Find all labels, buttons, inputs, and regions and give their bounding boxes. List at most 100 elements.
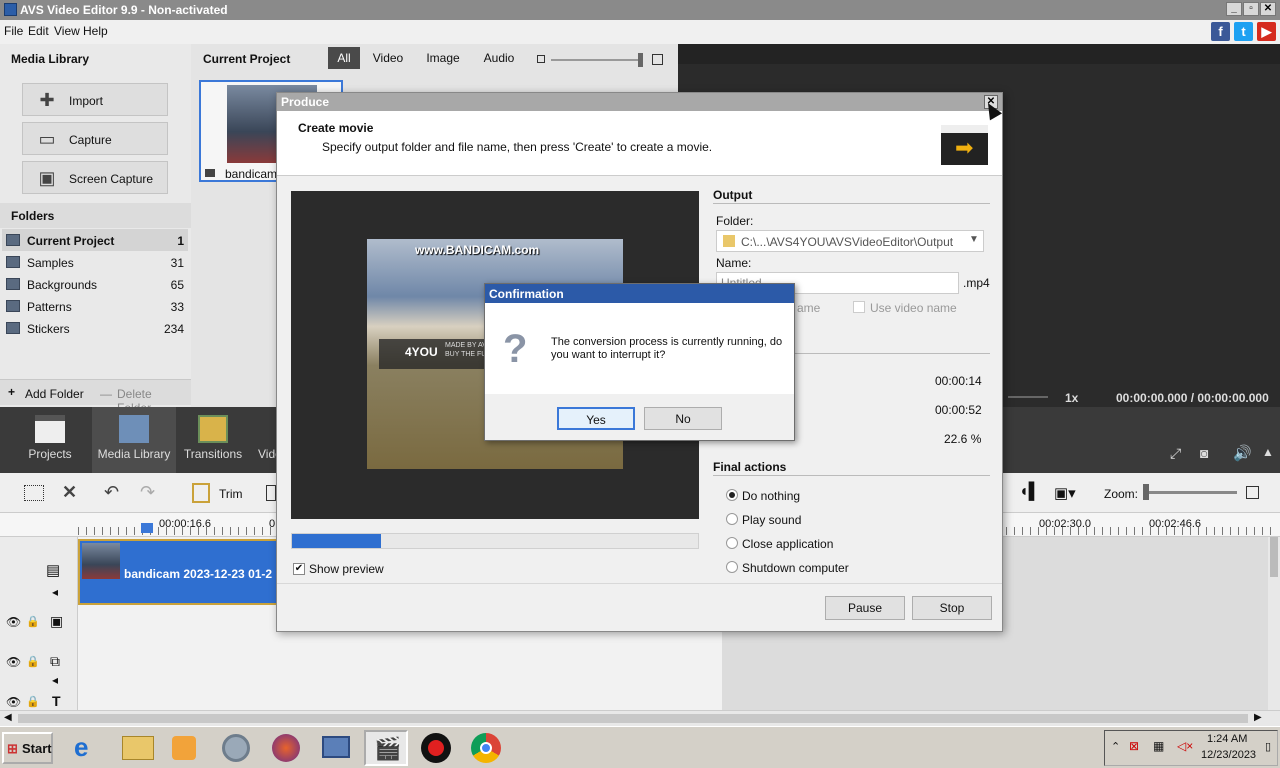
- confirmation-title: Confirmation: [489, 287, 564, 301]
- redo-icon[interactable]: ↷: [140, 482, 155, 503]
- show-preview-checkbox[interactable]: ✔: [293, 563, 305, 575]
- scroll-right-icon[interactable]: ▶: [1254, 712, 1262, 723]
- horizontal-scrollbar[interactable]: ◀ ▶: [0, 710, 1280, 726]
- pause-button[interactable]: Pause: [825, 596, 905, 620]
- stop-button[interactable]: Stop: [912, 596, 992, 620]
- no-button[interactable]: No: [644, 407, 722, 430]
- tab-all[interactable]: All: [328, 47, 360, 69]
- eye-icon[interactable]: 👁: [6, 655, 21, 669]
- show-desktop-icon[interactable]: ▯: [1265, 740, 1271, 753]
- network-icon[interactable]: ▦: [1153, 739, 1164, 753]
- volume-muted-icon[interactable]: ◁×: [1177, 739, 1193, 753]
- twitter-icon[interactable]: t: [1234, 22, 1253, 41]
- audio-mix-icon[interactable]: ◖▌: [1019, 483, 1040, 501]
- clock-date[interactable]: 12/23/2023: [1201, 749, 1256, 761]
- folder-current-project[interactable]: Current Project 1: [2, 229, 188, 251]
- camera-icon: ▭: [38, 129, 56, 149]
- snapshot-icon[interactable]: ◙: [1200, 445, 1208, 461]
- folder-patterns[interactable]: Patterns 33: [2, 295, 188, 317]
- undo-icon[interactable]: ↶: [104, 482, 119, 503]
- preview-caption-2: BUY THE FU: [445, 351, 487, 358]
- output-folder-select[interactable]: C:\...\AVS4YOU\AVSVideoEditor\Output ▼: [716, 230, 984, 252]
- slider-handle[interactable]: [638, 53, 643, 67]
- close-application-radio[interactable]: [726, 537, 738, 549]
- player-seek-track[interactable]: [1008, 396, 1048, 398]
- minimize-button[interactable]: _: [1226, 2, 1242, 16]
- horizontal-scroll-thumb[interactable]: [18, 714, 1248, 723]
- menu-edit[interactable]: Edit: [28, 24, 49, 38]
- browser-icon[interactable]: [214, 730, 258, 766]
- youtube-icon[interactable]: ▶: [1257, 22, 1276, 41]
- folder-samples[interactable]: Samples 31: [2, 251, 188, 273]
- fit-icon[interactable]: [1246, 486, 1259, 499]
- menu-help[interactable]: Help: [83, 24, 108, 38]
- playback-speed[interactable]: 1x: [1065, 391, 1078, 405]
- screen-capture-label: Screen Capture: [69, 172, 154, 186]
- window-title: AVS Video Editor 9.9 - Non-activated: [20, 3, 228, 17]
- start-button[interactable]: ⊞ Start: [2, 732, 53, 764]
- chrome-icon[interactable]: [464, 730, 508, 766]
- clock-time[interactable]: 1:24 AM: [1207, 733, 1247, 745]
- eye-icon[interactable]: 👁: [6, 695, 21, 709]
- folder-backgrounds[interactable]: Backgrounds 65: [2, 273, 188, 295]
- tool-icon[interactable]: [266, 485, 276, 501]
- playhead-marker[interactable]: [141, 523, 153, 533]
- tab-image[interactable]: Image: [421, 47, 465, 69]
- capture-button[interactable]: ▭ Capture: [22, 122, 168, 155]
- use-video-name-checkbox[interactable]: [853, 301, 865, 313]
- clapper-icon: [35, 415, 65, 443]
- firefox-icon[interactable]: [264, 730, 308, 766]
- zoom-slider-handle[interactable]: [1143, 484, 1149, 500]
- storyboard-icon[interactable]: [24, 485, 44, 501]
- shutdown-computer-radio[interactable]: [726, 561, 738, 573]
- avs-video-editor-taskbar-icon[interactable]: 🎬: [364, 730, 408, 766]
- import-button[interactable]: ✚ Import: [22, 83, 168, 116]
- video-effects-button[interactable]: Vide: [238, 407, 282, 473]
- restore-button[interactable]: ▫: [1243, 2, 1259, 16]
- tab-audio[interactable]: Audio: [479, 47, 519, 69]
- zoom-slider[interactable]: [1145, 491, 1237, 494]
- delete-folder-button[interactable]: — Delete Folder: [96, 383, 188, 415]
- video-clip[interactable]: bandicam 2023-12-23 01-2: [78, 539, 276, 605]
- add-folder-button[interactable]: + Add Folder: [4, 383, 92, 403]
- projects-button[interactable]: Projects: [8, 407, 92, 473]
- menu-view[interactable]: View: [54, 24, 80, 38]
- lock-icon[interactable]: 🔒: [26, 695, 40, 708]
- menu-file[interactable]: File: [4, 24, 23, 38]
- tab-video[interactable]: Video: [367, 47, 409, 69]
- fullscreen-icon[interactable]: ⤢: [1170, 445, 1181, 462]
- screen-icon[interactable]: ▣▾: [1054, 484, 1076, 502]
- remote-desktop-icon[interactable]: [314, 730, 358, 766]
- trim-label[interactable]: Trim: [219, 487, 243, 501]
- do-nothing-radio[interactable]: [726, 489, 738, 501]
- play-sound-radio[interactable]: [726, 513, 738, 525]
- thumbnail-size-slider[interactable]: [551, 59, 643, 61]
- yes-button[interactable]: Yes: [557, 407, 635, 430]
- lock-icon[interactable]: 🔒: [26, 615, 40, 628]
- triangle-up-icon[interactable]: ▲: [1262, 445, 1274, 459]
- network-error-icon[interactable]: ⊠: [1129, 739, 1139, 753]
- lock-icon[interactable]: 🔒: [26, 655, 40, 668]
- speaker-icon[interactable]: ◂: [52, 585, 58, 599]
- trim-icon[interactable]: [192, 483, 210, 503]
- file-explorer-icon[interactable]: [116, 730, 160, 766]
- media-library-button[interactable]: Media Library: [92, 407, 176, 473]
- speaker-icon[interactable]: ◂: [52, 673, 58, 687]
- facebook-icon[interactable]: f: [1211, 22, 1230, 41]
- eye-icon[interactable]: 👁: [6, 615, 21, 629]
- internet-explorer-icon[interactable]: e: [66, 730, 110, 766]
- large-thumbs-icon[interactable]: [652, 54, 663, 65]
- scroll-left-icon[interactable]: ◀: [4, 712, 12, 723]
- screen-capture-button[interactable]: ▣ Screen Capture: [22, 161, 168, 194]
- vertical-scroll-thumb[interactable]: [1270, 537, 1278, 577]
- close-button[interactable]: ✕: [1260, 2, 1276, 16]
- small-thumbs-icon[interactable]: [537, 55, 545, 63]
- folder-stickers[interactable]: Stickers 234: [2, 317, 188, 339]
- tray-expand-icon[interactable]: ⌃: [1111, 740, 1120, 753]
- delete-icon[interactable]: ✕: [62, 482, 77, 503]
- volume-icon[interactable]: 🔊: [1233, 444, 1252, 462]
- vertical-scrollbar[interactable]: [1268, 537, 1280, 711]
- media-player-icon[interactable]: [162, 730, 206, 766]
- monitor-icon: ▣: [38, 168, 56, 188]
- bandicam-record-icon[interactable]: [414, 730, 458, 766]
